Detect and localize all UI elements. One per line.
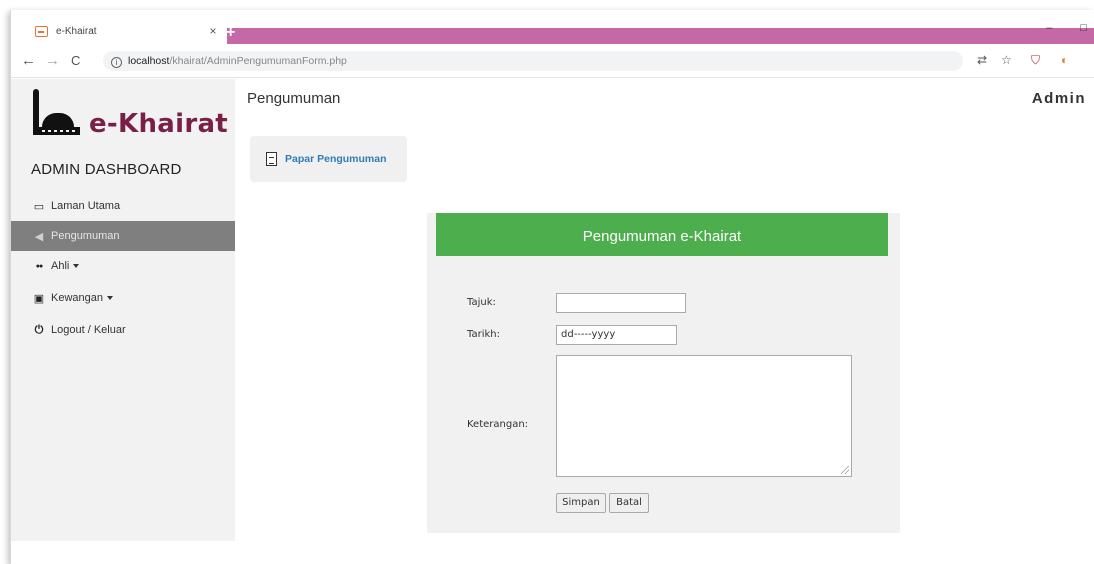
favicon-icon xyxy=(35,25,48,37)
announcement-form: Pengumuman e-Khairat Tajuk: Tarikh: dd--… xyxy=(427,213,900,533)
translate-icon[interactable]: ⇄ xyxy=(977,53,987,67)
forward-icon[interactable]: → xyxy=(45,52,60,69)
dashboard-title: ADMIN DASHBOARD xyxy=(31,161,182,178)
monitor-icon: ▭ xyxy=(33,200,45,213)
address-bar-row: ← → C i localhost/khairat/AdminPengumuman… xyxy=(11,44,1094,78)
sidebar: e-Khairat ADMIN DASHBOARD ▭ Laman Utama … xyxy=(11,79,235,541)
chevron-down-icon xyxy=(107,296,113,300)
sidebar-item-label: Pengumuman xyxy=(51,230,120,242)
url-host: localhost xyxy=(128,55,170,67)
batal-button[interactable]: Batal xyxy=(609,493,649,513)
sidebar-item-ahli[interactable]: ●● Ahli xyxy=(11,251,235,281)
info-icon[interactable]: i xyxy=(111,57,122,68)
sidebar-item-kewangan[interactable]: ▣ Kewangan xyxy=(11,283,235,313)
tarikh-date-input[interactable]: dd-----yyyy xyxy=(556,325,677,345)
form-title: Pengumuman e-Khairat xyxy=(436,213,888,256)
document-icon xyxy=(266,152,277,166)
window-controls: – □ xyxy=(1046,22,1087,34)
mosque-dome-icon xyxy=(42,113,74,127)
reload-icon[interactable]: C xyxy=(71,53,80,68)
browser-tab[interactable]: e-Khairat × xyxy=(27,18,227,44)
papar-pengumuman-label: Papar Pengumuman xyxy=(285,153,387,165)
bookmark-star-icon[interactable]: ☆ xyxy=(1001,53,1012,67)
tajuk-input[interactable] xyxy=(556,293,686,313)
power-icon: ⏻ xyxy=(34,323,44,336)
simpan-button[interactable]: Simpan xyxy=(556,493,606,513)
url-path: /khairat/AdminPengumumanForm.php xyxy=(169,55,347,67)
sidebar-item-laman-utama[interactable]: ▭ Laman Utama xyxy=(11,191,235,221)
tab-strip-bar xyxy=(218,28,1094,44)
logo[interactable]: e-Khairat xyxy=(29,89,239,139)
users-icon: ●● xyxy=(35,262,43,270)
minimize-icon[interactable]: – xyxy=(1046,22,1052,34)
tab-strip: e-Khairat × + – □ xyxy=(11,10,1094,44)
sidebar-item-label: Laman Utama xyxy=(51,200,121,212)
user-label[interactable]: Admin xyxy=(1032,90,1086,107)
profile-avatar-icon[interactable]: ◐ xyxy=(1061,53,1068,67)
bullhorn-icon: ◀ xyxy=(34,230,44,243)
keterangan-label: Keterangan: xyxy=(467,419,529,430)
sidebar-item-logout[interactable]: ⏻ Logout / Keluar xyxy=(11,315,235,345)
sidebar-item-pengumuman[interactable]: ◀ Pengumuman xyxy=(11,221,235,251)
maximize-icon[interactable]: □ xyxy=(1080,22,1087,34)
browser-window: e-Khairat × + – □ ← → C i localhost/khair… xyxy=(10,10,1094,564)
page-title: Pengumuman xyxy=(247,90,341,107)
sidebar-item-label: Kewangan xyxy=(51,292,103,304)
resize-grip-icon[interactable] xyxy=(841,466,849,474)
back-icon[interactable]: ← xyxy=(21,52,36,69)
mosque-base-icon xyxy=(38,127,80,135)
papar-pengumuman-button[interactable]: Papar Pengumuman xyxy=(250,136,407,182)
sidebar-item-label: Logout / Keluar xyxy=(51,324,126,336)
sidebar-item-label: Ahli xyxy=(51,260,70,272)
extension-shield-icon[interactable]: ⛉ xyxy=(1031,53,1040,68)
finance-icon: ▣ xyxy=(33,292,45,305)
tarikh-label: Tarikh: xyxy=(467,329,500,340)
new-tab-icon[interactable]: + xyxy=(226,24,235,42)
logo-text: e-Khairat xyxy=(89,109,229,139)
tab-title: e-Khairat xyxy=(56,25,97,37)
tajuk-label: Tajuk: xyxy=(467,297,496,308)
url-field[interactable]: i localhost/khairat/AdminPengumumanForm.p… xyxy=(103,51,963,71)
chevron-down-icon xyxy=(73,264,80,268)
tab-close-icon[interactable]: × xyxy=(205,24,221,38)
keterangan-textarea[interactable] xyxy=(556,355,852,477)
